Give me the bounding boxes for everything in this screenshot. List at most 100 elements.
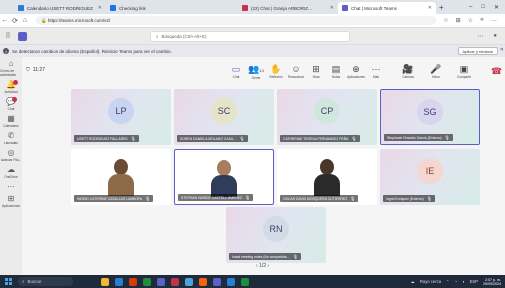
apply-restart-button[interactable]: Aplicar y reiniciar [457,47,498,55]
participant-video-tile[interactable]: STEPHAN HARIDE CASTELL JIMENEZ 🎙 [174,149,274,205]
app-launcher-icon[interactable]: ⠿ [2,32,14,40]
participant-name-label: STEPHAN HARIDE CASTELL JIMENEZ 🎙 [178,194,254,201]
mic-off-icon: 🎙 [245,195,251,200]
share-button[interactable]: ▣ Compartir [453,64,475,80]
chat-icon: ▭ [231,64,241,74]
control-label: Más [372,75,380,79]
react-button[interactable]: ☺ Reaccionar [285,64,307,80]
more-options-icon[interactable]: ⋯ [477,33,483,40]
people-button[interactable]: 👥14 Gente [245,65,267,81]
gallery-pager[interactable]: ‹ 1/2 › [256,263,269,269]
taskbar-app-icon[interactable] [129,277,137,286]
rail-item-activity-center[interactable]: ⌂ Centro de actividades [0,60,22,78]
chevron-up-icon[interactable]: ⌃ [446,279,450,284]
language-indicator[interactable]: ESP [470,279,478,284]
participant-name: CATHERINE TERESA FERNANDEZ PEÑA [283,136,349,141]
split-screen-icon[interactable]: ⊞ [456,17,461,24]
more-button[interactable]: ⋯ Más [365,65,387,80]
back-arrow-icon[interactable]: ← [0,17,10,24]
close-banner-icon[interactable]: ✕ [500,47,504,53]
taskbar-search[interactable]: ⌕ Buscar [18,277,73,286]
control-label: Micro [432,75,440,79]
reload-icon[interactable]: ⟳ [10,17,20,25]
taskbar-app-icon[interactable] [241,277,249,286]
raise-hand-button[interactable]: ✋ Reflexión [265,65,287,80]
taskbar-app-icon[interactable] [227,277,235,286]
search-input[interactable]: ⌕ Búsqueda (Ctrl+Alt+E) [150,31,350,42]
notes-button[interactable]: ▤ Notas [325,65,347,80]
browser-tab-granja-chat[interactable]: (22) Chat | Granja ARBORIZ… ✕ [238,2,338,14]
window-controls: – □ ✕ [469,4,505,11]
rail-item-calls[interactable]: ✆ Llamadas [4,132,18,146]
participant-tile[interactable]: CP CATHERINE TERESA FERNANDEZ PEÑA 🎙 [277,89,377,145]
apps-button[interactable]: ⊕ Aplicaciones [345,65,367,80]
participant-video-tile[interactable]: OSCAR DAVID MOSQUERA GUTIERREZ 🎙 [277,149,377,205]
volume-icon[interactable]: ◖ [462,279,465,284]
new-tab-button[interactable]: + [439,3,444,12]
participant-tile[interactable]: SG Stephanie Rosaldo García (Externo) 🎙 [380,89,480,145]
rail-item-chat[interactable]: 💬 Chat [6,97,17,111]
url-field[interactable]: 🔒 https://teams.microsoft.com/v2/ [36,16,436,25]
windows-start-icon[interactable] [5,278,12,285]
teams-header: ⠿ ⌕ Búsqueda (Ctrl+Alt+E) ⋯ ● [0,28,505,45]
wifi-icon[interactable]: ◔ [455,279,458,284]
weather-icon[interactable]: ☁ [411,279,415,284]
taskbar-app-icon[interactable] [213,277,221,286]
url-text: https://teams.microsoft.com/v2/ [47,18,111,23]
minimize-button[interactable]: – [469,4,472,11]
mic-off-icon: 🎙 [444,135,450,140]
mic-button[interactable]: 🎤 Micro [425,65,447,80]
participant-name: Stephanie Rosaldo García (Externo) [387,135,442,140]
participant-tile[interactable]: IE Ingrid Enriquez (Externo) 🎙 [380,149,480,205]
browser-menu-icon[interactable]: … [491,17,497,24]
taskbar-app-icon[interactable] [115,277,123,286]
control-label: Gente [251,76,261,80]
participant-video-tile[interactable]: INGRID CATERINE CASALLAS LAMBOPA 🎙 [71,149,171,205]
taskbar-app-icon[interactable] [171,277,179,286]
participant-tile[interactable]: RN Instal meeting notes (No compartida… … [226,207,326,263]
browser-tab-checking-link[interactable]: Checking link [106,2,176,14]
share-screen-icon: ▣ [459,64,469,74]
view-button[interactable]: ⊞ Vista [305,65,327,80]
cloud-icon: ☁ [7,165,15,174]
taskbar-app-icon[interactable] [101,277,109,286]
close-tab-icon[interactable]: ✕ [330,5,334,11]
emoji-icon: ☺ [291,64,301,74]
browser-tab-teams-chat[interactable]: Chat | Microsoft Teams ✕ [338,2,436,14]
profile-avatar-icon[interactable]: ● [493,33,497,40]
taskbar-app-icon[interactable] [185,277,193,286]
browser-tab-calendar[interactable]: Calendario USETT RODRIGUEZ ✕ [14,2,106,14]
participant-name-label: CATHERINE TERESA FERNANDEZ PEÑA 🎙 [280,135,360,142]
taskbar-search-label: Buscar [27,279,42,284]
profile-icon[interactable]: ⟡ [480,17,484,24]
camera-icon: 🎥 [402,64,414,74]
rail-item-activity[interactable]: 🔔 Actividad [5,80,19,94]
home-icon[interactable]: ⌂ [20,17,30,24]
camera-button[interactable]: 🎥 Cámara [397,64,419,80]
rail-item-calendar[interactable]: ▦ Calendario [3,115,18,129]
leave-call-button[interactable]: ☎ [490,64,503,79]
rail-item-advance[interactable]: ◎ Avanzar Fila... [0,149,22,163]
maximize-button[interactable]: □ [481,4,485,11]
close-tab-icon[interactable]: ✕ [428,5,432,11]
rail-item-label: Avanzar Fila... [0,158,22,162]
participant-tile[interactable]: SC SOREN DANIELA MOLANO CASA… 🎙 [174,89,274,145]
participant-name: Ingrid Enriquez (Externo) [386,196,424,201]
taskbar-app-icon[interactable] [143,277,151,286]
taskbar-clock[interactable]: 2:07 p. m. 25/09/2024 [483,278,501,286]
close-tab-icon[interactable]: ✕ [98,5,102,11]
teams-favicon-icon [342,5,348,11]
rail-item-onedrive[interactable]: ☁ OneDrive [4,165,17,180]
rail-item-apps[interactable]: ⊞ Aplicaciones [2,195,20,209]
favorite-star-icon[interactable]: ☆ [443,17,448,24]
rail-item-more[interactable]: ⋯ [7,183,15,191]
chat-toggle-button[interactable]: ▭ Chat [225,64,247,80]
taskbar-app-icon[interactable] [199,277,207,286]
close-window-button[interactable]: ✕ [494,4,499,11]
language-change-banner: i Se detectaron cambios de idioma (Españ… [0,45,505,57]
participant-name-label: Stephanie Rosaldo García (Externo) 🎙 [384,134,453,141]
weather-text[interactable]: Rayo cerca [420,279,441,284]
taskbar-app-icon[interactable] [157,277,165,286]
participant-tile[interactable]: LP USETT RODRIGUEZ PALLARES 🎙 [71,89,171,145]
favorites-icon[interactable]: ☆ [468,17,473,24]
